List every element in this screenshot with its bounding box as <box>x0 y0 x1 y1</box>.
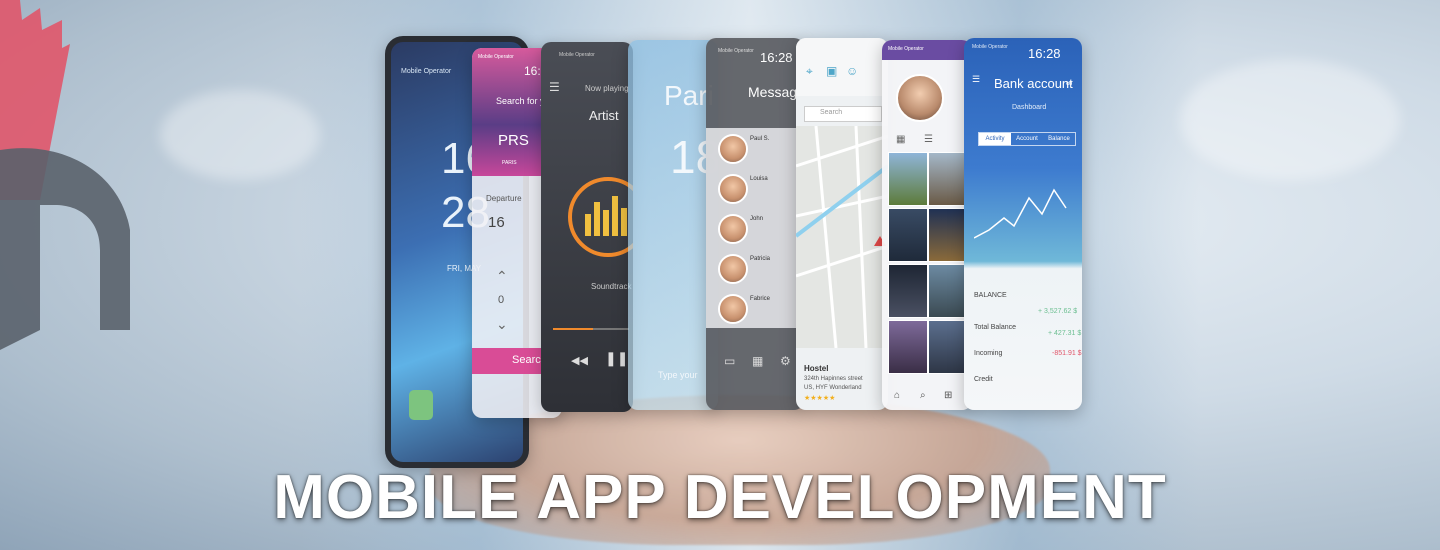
equalizer-bar <box>621 208 627 236</box>
music-now-playing: Now playing <box>585 84 629 93</box>
messages-time: 16:28 <box>760 50 793 65</box>
bank-tabs: Activity Account Balance <box>978 132 1076 146</box>
menu-icon[interactable]: ☰ <box>972 74 980 85</box>
gallery-photo[interactable] <box>928 208 968 262</box>
music-operator: Mobile Operator <box>559 52 595 58</box>
calendar-icon[interactable]: ▦ <box>752 354 763 368</box>
equalizer-bar <box>603 210 609 236</box>
music-progress-fill <box>553 328 593 330</box>
messages-operator: Mobile Operator <box>718 48 754 54</box>
map-search-input[interactable]: Search <box>820 109 842 116</box>
gallery-photo[interactable] <box>928 152 968 206</box>
bank-row-value: -851.91 $ <box>1052 350 1082 357</box>
contact-avatar[interactable] <box>718 294 748 324</box>
user-icon[interactable]: ☺ <box>846 64 858 78</box>
contact-avatar[interactable] <box>718 254 748 284</box>
location-pin-icon[interactable]: ⌖ <box>806 64 813 79</box>
music-soundtrack: Soundtrack <box>591 282 632 291</box>
link-icon[interactable]: ∞ <box>1066 78 1072 88</box>
bank-header: Bank account <box>994 76 1073 91</box>
weather-input[interactable]: Type your <box>658 370 698 380</box>
travel-city: PARIS <box>502 160 517 166</box>
contact-name[interactable]: Fabrice <box>750 296 770 302</box>
banner: Mobile Operator 16 28 FRI, MAY Mobile Op… <box>0 0 1440 550</box>
bank-chart-line <box>974 188 1067 239</box>
gallery-photo[interactable] <box>888 208 928 262</box>
gallery-photo[interactable] <box>888 152 928 206</box>
logo-helmet <box>0 148 130 350</box>
rewind-icon[interactable]: ◀◀ <box>571 354 588 367</box>
bank-row-label: BALANCE <box>974 292 1007 299</box>
tab-account[interactable]: Account <box>1011 133 1043 145</box>
gallery-app-screen: Mobile Operator ▦ ☰ ⌂ ⌕ ⊞ <box>882 40 972 410</box>
equalizer-bar <box>585 214 591 236</box>
phone-call-icon[interactable] <box>409 390 433 420</box>
chat-icon[interactable]: ▭ <box>724 354 735 368</box>
messages-app-screen: Mobile Operator 16:28 Messages Paul S. L… <box>706 38 804 410</box>
travel-operator: Mobile Operator <box>478 54 514 60</box>
bank-line-chart <box>974 188 1067 239</box>
map-address-line2: US, HYF Wonderland <box>804 385 862 391</box>
gallery-photo[interactable] <box>888 264 928 318</box>
travel-up-icon[interactable]: ⌃ <box>496 268 508 285</box>
music-artist: Artist <box>589 108 619 123</box>
contact-avatar[interactable] <box>718 214 748 244</box>
contact-name[interactable]: John <box>750 216 763 222</box>
contact-name[interactable]: Patricia <box>750 256 770 262</box>
profile-avatar[interactable] <box>896 74 944 122</box>
tab-activity[interactable]: Activity <box>979 133 1011 145</box>
search-icon[interactable]: ⌕ <box>920 390 926 401</box>
menu-icon[interactable]: ☰ <box>549 80 560 94</box>
contact-name[interactable]: Paul S. <box>750 136 769 142</box>
contact-avatar[interactable] <box>718 174 748 204</box>
travel-departure: Departure <box>486 194 522 203</box>
travel-down-icon[interactable]: ⌄ <box>496 316 508 333</box>
equalizer-bar <box>612 196 618 236</box>
bank-row-value: + 427.31 $ <box>1048 330 1082 337</box>
contact-name[interactable]: Louisa <box>750 176 768 182</box>
gallery-photo[interactable] <box>928 320 968 374</box>
map-place-title: Hostel <box>804 364 829 373</box>
map-address-line1: 324th Hapinnes street <box>804 376 863 382</box>
music-equalizer <box>568 177 633 257</box>
home-icon[interactable]: ⌂ <box>894 390 900 401</box>
equalizer-bar <box>594 202 600 236</box>
background-bokeh <box>160 90 320 180</box>
grid-view-icon[interactable]: ▦ <box>896 134 905 145</box>
map-streets <box>796 126 888 348</box>
phone-operator: Mobile Operator <box>401 68 452 75</box>
spartan-helmet-logo <box>0 0 130 350</box>
map-app-screen: ⌖ ▣ ☺ Search Hostel 324th Hapinnes stree… <box>796 38 888 410</box>
gallery-operator: Mobile Operator <box>888 46 924 52</box>
bank-time: 16:28 <box>1028 46 1061 61</box>
bank-row-label: Credit <box>974 376 993 383</box>
weather-app-screen: Pari 18 Type your <box>628 40 718 410</box>
travel-code: PRS <box>498 132 529 149</box>
settings-icon[interactable]: ⚙ <box>780 354 791 368</box>
map-search-box[interactable] <box>804 106 882 122</box>
list-view-icon[interactable]: ☰ <box>924 134 933 145</box>
bank-row-value: + 3,527.62 $ <box>1038 308 1078 315</box>
bank-row-label: Total Balance <box>974 324 1017 331</box>
contact-avatar[interactable] <box>718 134 748 164</box>
background-bokeh <box>1180 60 1400 180</box>
pause-icon[interactable]: ❚❚ <box>605 350 628 367</box>
bank-row-label: Incoming <box>974 350 1003 357</box>
bank-dashboard: Dashboard <box>1012 104 1047 111</box>
tab-balance[interactable]: Balance <box>1043 133 1075 145</box>
gallery-photo[interactable] <box>928 264 968 318</box>
rating-stars-icon: ★★★★★ <box>804 395 836 402</box>
add-icon[interactable]: ⊞ <box>944 390 952 401</box>
bank-app-screen: Mobile Operator 16:28 ☰ Bank account ∞ D… <box>964 38 1082 410</box>
gallery-photo[interactable] <box>888 320 928 374</box>
car-icon[interactable]: ▣ <box>826 64 837 78</box>
music-app-screen: Mobile Operator ☰ Now playing Artist Sou… <box>541 42 633 412</box>
travel-counter: 0 <box>498 294 505 306</box>
banner-title: MOBILE APP DEVELOPMENT <box>273 463 1167 532</box>
bank-operator: Mobile Operator <box>972 44 1008 50</box>
travel-day: 16 <box>488 214 505 231</box>
